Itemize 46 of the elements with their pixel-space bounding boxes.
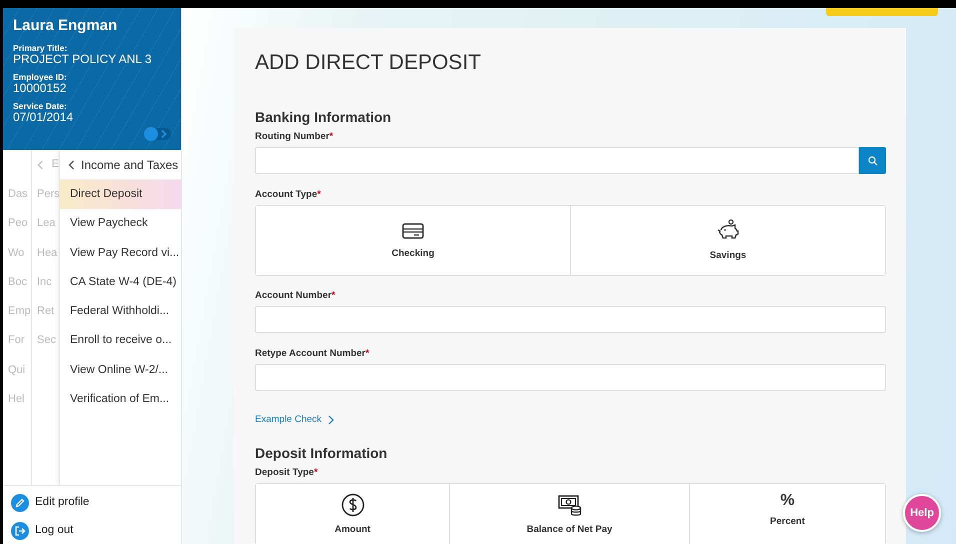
back-icon (68, 160, 75, 170)
field-value: 07/01/2014 (13, 111, 74, 125)
option-button[interactable]: Checking (256, 206, 571, 276)
pencil-icon (11, 494, 29, 512)
field-label: Deposit Type* (255, 467, 319, 480)
menu-item[interactable]: View Online W-2/... (60, 356, 181, 386)
percent-symbol: % (780, 493, 795, 510)
field-label: Retype Account Number* (255, 348, 370, 360)
menu-item[interactable]: Direct Deposit (60, 180, 181, 210)
card-icon (401, 220, 425, 241)
collapse-toggle-icon[interactable] (143, 126, 171, 142)
search-icon (868, 156, 878, 166)
dollar-icon (340, 493, 365, 518)
retype-account-number-field[interactable] (255, 364, 886, 392)
chevron-right-icon (328, 415, 334, 426)
menu-item[interactable]: View Paycheck (60, 209, 181, 239)
field-label: Account Number* (255, 290, 336, 302)
log-out-link[interactable]: Log out (35, 522, 74, 540)
employee-name: Laura Engman (13, 16, 118, 36)
field-label: Employee ID: (13, 72, 68, 82)
field-label: Primary Title: (13, 44, 68, 53)
back-icon (37, 160, 44, 170)
option-button[interactable]: Amount (256, 484, 450, 544)
account-number-field[interactable] (255, 306, 886, 334)
menu-item[interactable]: Enroll to receive o... (60, 326, 181, 356)
section-heading: Banking Information (255, 109, 392, 126)
menu-item[interactable]: View Pay Record vi... (60, 238, 181, 268)
menu-item[interactable]: Verification of Em... (60, 385, 181, 414)
help-button[interactable]: Help (903, 494, 941, 532)
logout-icon (11, 522, 29, 540)
search-button[interactable] (859, 147, 886, 174)
field-label: Service Date: (13, 102, 68, 112)
page-title: ADD DIRECT DEPOSIT (255, 50, 482, 76)
field-label: Routing Number* (255, 131, 334, 144)
section-heading: Deposit Information (255, 445, 388, 462)
example-check-link[interactable]: Example Check (255, 413, 334, 428)
menu-item[interactable]: Federal Withholdi... (60, 297, 181, 326)
edit-profile-link[interactable]: Edit profile (35, 494, 90, 512)
field-label: Account Type* (255, 189, 322, 202)
cash-icon (558, 493, 582, 518)
menu-item[interactable]: CA State W-4 (DE-4) (60, 268, 181, 298)
field-value: 10000152 (13, 82, 68, 96)
field-value: PROJECT POLICY ANL 3 (13, 52, 152, 67)
routing-number-field[interactable] (255, 147, 860, 174)
nav-heading: E (52, 157, 59, 172)
menu-heading: Income and Taxes (81, 156, 178, 174)
